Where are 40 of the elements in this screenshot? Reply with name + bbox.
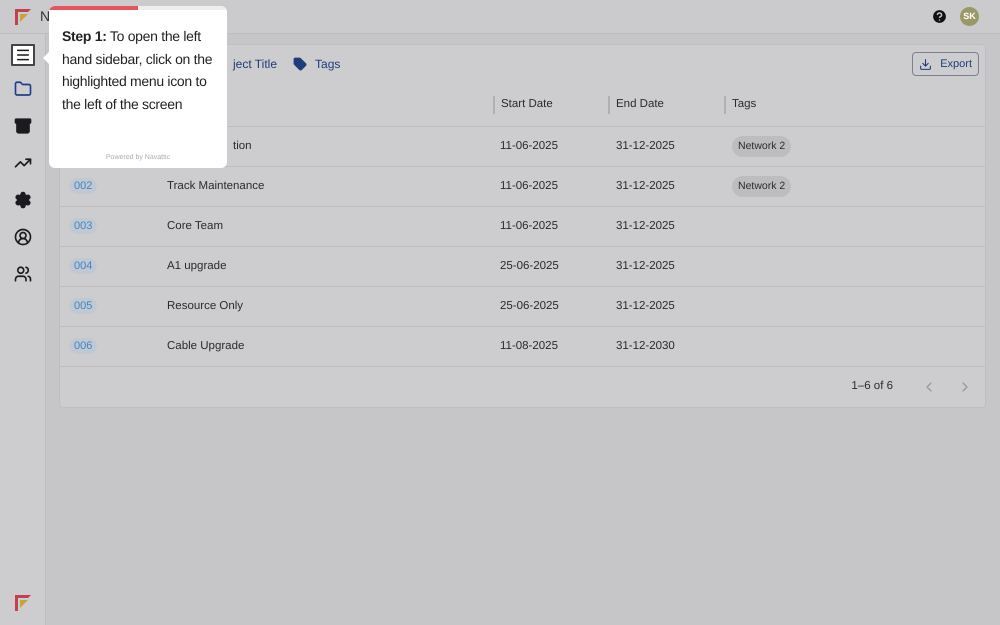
- table-cell: tion: [233, 140, 252, 152]
- table-cell: Cable Upgrade: [167, 340, 244, 352]
- pagination-text: 1–6 of 6: [851, 379, 893, 394]
- table-cell: 11-06-2025: [500, 140, 558, 152]
- table-cell: 25-06-2025: [500, 260, 559, 272]
- table-cell: 11-06-2025: [500, 220, 558, 232]
- logo-icon: [14, 595, 30, 611]
- tooltip-text: Step 1: To open the left hand sidebar, click on the highlighted menu icon to the left of the screen: [61, 27, 214, 114]
- column-header[interactable]: Tags: [732, 96, 756, 114]
- table-cell: 31-12-2025: [616, 300, 675, 312]
- table-cell: A1 upgrade: [167, 260, 226, 272]
- table-cell: 31-12-2025: [616, 180, 675, 192]
- column-header[interactable]: Start Date: [501, 96, 553, 114]
- table-cell: 31-12-2025: [616, 140, 675, 152]
- tag-chip: Network 2: [732, 176, 792, 198]
- table-cell: 31-12-2025: [616, 260, 675, 272]
- download-icon: [919, 58, 932, 70]
- column-header[interactable]: End Date: [616, 96, 664, 114]
- filter-button[interactable]: ject Title: [233, 55, 278, 73]
- table-cell: 11-06-2025: [500, 180, 558, 192]
- filter-button[interactable]: Tags: [293, 55, 340, 73]
- table-cell: Core Team: [167, 220, 224, 232]
- table-cell: 11-08-2025: [500, 340, 558, 352]
- table-cell: 31-12-2030: [616, 340, 675, 352]
- archive-icon: [14, 117, 32, 135]
- sidebar-button[interactable]: [10, 44, 34, 66]
- menu-icon: [14, 47, 30, 63]
- export-button[interactable]: Export: [912, 52, 979, 76]
- table-cell: 31-12-2025: [616, 220, 675, 232]
- tag-chip: Network 2: [732, 136, 792, 158]
- user-icon: [14, 228, 32, 246]
- table-cell: Track Maintenance: [167, 180, 264, 192]
- logo-icon: [15, 8, 31, 24]
- app-name: N: [40, 7, 50, 26]
- team-icon: [14, 265, 32, 283]
- folder-icon: [14, 80, 32, 98]
- table-cell: Resource Only: [167, 300, 244, 312]
- tag-icon: [293, 57, 308, 71]
- table-cell: 25-06-2025: [500, 300, 559, 312]
- help-icon[interactable]: [931, 8, 948, 25]
